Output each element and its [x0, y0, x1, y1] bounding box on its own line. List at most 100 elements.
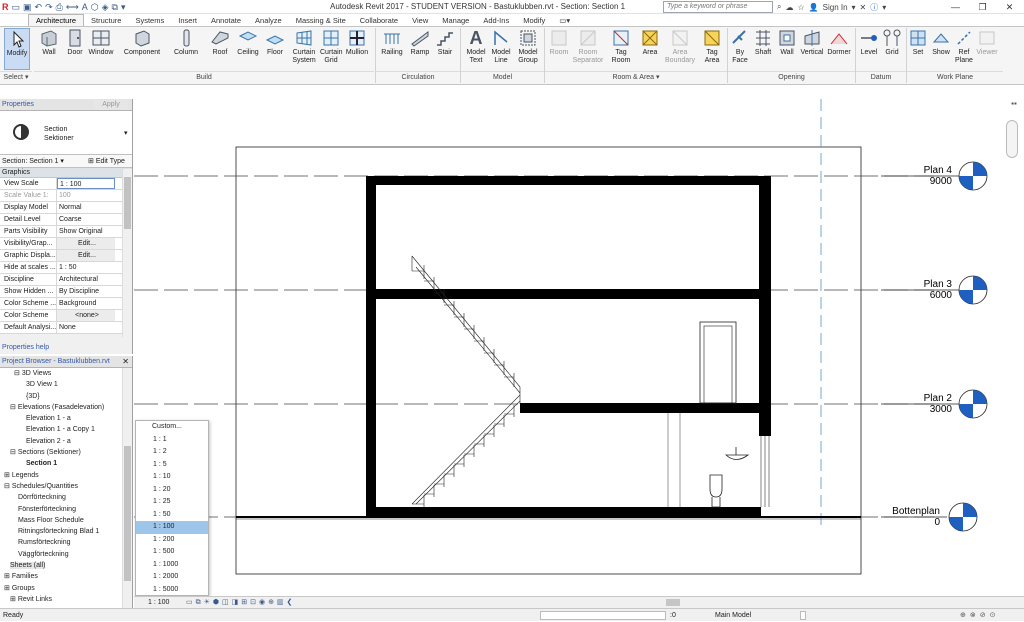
browser-item[interactable]: ⊞ Families	[0, 571, 132, 582]
scale-option[interactable]: 1 : 20	[136, 484, 208, 497]
browser-item[interactable]: ⊞ Legends	[0, 470, 132, 481]
property-row[interactable]: Parts Visibility Show Original	[0, 226, 132, 238]
set-button[interactable]: Set	[908, 28, 928, 57]
viewer-button[interactable]: Viewer	[975, 28, 999, 57]
tab-systems[interactable]: Systems	[128, 15, 171, 26]
tab-collaborate[interactable]: Collaborate	[353, 15, 405, 26]
print-icon[interactable]: ⎙	[56, 0, 63, 14]
tab-insert[interactable]: Insert	[171, 15, 204, 26]
curtain-system-button[interactable]: Curtain System	[288, 28, 320, 65]
stair-button[interactable]: Stair	[434, 28, 456, 57]
edit-type-button[interactable]: ⊞ Edit Type	[88, 155, 125, 168]
level-line-plan-4[interactable]: Plan 4 9000	[881, 161, 988, 191]
grid-button[interactable]: Grid	[881, 28, 903, 57]
toilet[interactable]	[709, 474, 723, 508]
room-button[interactable]: Room	[546, 28, 572, 57]
scale-option[interactable]: 1 : 1	[136, 434, 208, 447]
level-elevation[interactable]: 9000	[930, 176, 953, 187]
roof-button[interactable]: Roof	[208, 28, 232, 57]
model-group-button[interactable]: Model Group	[515, 28, 541, 65]
3d-view-icon[interactable]: ⬡	[91, 0, 99, 14]
browser-item[interactable]: ⊞ Revit Links	[0, 594, 132, 605]
restore-icon[interactable]: ❐	[969, 2, 996, 13]
browser-item[interactable]: Rumsförteckning	[0, 537, 132, 548]
room-separator-button[interactable]: Room Separator	[570, 28, 606, 65]
building-walls[interactable]	[366, 176, 771, 518]
property-value[interactable]: Normal	[57, 202, 115, 213]
horizontal-scroll-thumb[interactable]	[666, 599, 680, 606]
property-row[interactable]: Visibility/Grap... Edit...	[0, 238, 132, 250]
tree-toggle-icon[interactable]: ⊟	[10, 449, 18, 456]
scale-option[interactable]: 1 : 10	[136, 471, 208, 484]
door[interactable]	[699, 321, 737, 404]
section-icon[interactable]: ◈	[102, 0, 109, 14]
level-name[interactable]: Plan 2	[924, 393, 953, 404]
scale-option[interactable]: 1 : 5000	[136, 584, 208, 597]
browser-item[interactable]: Sheets (all)	[0, 560, 132, 571]
wall-button[interactable]: Wall	[38, 28, 60, 57]
property-row[interactable]: Graphic Displa... Edit...	[0, 250, 132, 262]
drawing-canvas[interactable]: Plan 4 9000 Plan 3 6000 Plan 2 3000 Bott…	[134, 99, 1023, 596]
tab-modify[interactable]: Modify	[516, 15, 552, 26]
scale-option[interactable]: Custom...	[136, 421, 208, 434]
selection-icons[interactable]: ⊕⊗⊘⊙	[960, 609, 999, 622]
design-option[interactable]: Main Model	[715, 609, 751, 622]
properties-scrollbar[interactable]	[122, 169, 132, 337]
model-text-button[interactable]: A Model Text	[463, 28, 489, 65]
chevron-down-icon[interactable]: ▾	[852, 3, 856, 12]
qat-dropdown-icon[interactable]: ▾	[121, 0, 126, 14]
curtain-grid-button[interactable]: Curtain Grid	[320, 28, 343, 65]
scale-option[interactable]: 1 : 5	[136, 459, 208, 472]
ref-plane-button[interactable]: Ref Plane	[953, 28, 975, 65]
view-scale-button[interactable]: 1 : 100	[148, 597, 169, 608]
door-button[interactable]: Door	[64, 28, 86, 57]
browser-item[interactable]: ⊟ 3D Views	[0, 368, 132, 379]
modify-button[interactable]: Modify	[4, 28, 30, 70]
property-row[interactable]: Show Hidden ... By Discipline	[0, 286, 132, 298]
tree-toggle-icon[interactable]: ⊟	[14, 370, 22, 377]
panel-room-area[interactable]: Room & Area ▾	[545, 71, 727, 83]
property-value[interactable]: <none>	[57, 310, 115, 321]
search-icon[interactable]: ⌕	[777, 2, 781, 12]
property-value[interactable]: Edit...	[57, 250, 115, 261]
property-value[interactable]: Edit...	[57, 238, 115, 249]
sink[interactable]	[724, 447, 750, 460]
property-row[interactable]: Detail Level Coarse	[0, 214, 132, 226]
level-line-bottenplan[interactable]: Bottenplan 0	[881, 502, 978, 532]
level-name[interactable]: Plan 3	[924, 279, 953, 290]
browser-item[interactable]: Väggförteckning	[0, 549, 132, 560]
undo-icon[interactable]: ↶	[35, 0, 43, 14]
browser-item[interactable]: {3D}	[0, 391, 132, 402]
measure-icon[interactable]: ⟷	[66, 0, 79, 14]
vertical-button[interactable]: Vertical	[798, 28, 826, 57]
scale-option[interactable]: 1 : 1000	[136, 559, 208, 572]
level-name[interactable]: Bottenplan	[892, 506, 940, 517]
tree-toggle-icon[interactable]: ⊟	[10, 404, 18, 411]
tab-massing-site[interactable]: Massing & Site	[289, 15, 353, 26]
browser-item[interactable]: Elevation 2 - a	[0, 436, 132, 447]
exchange-icon[interactable]: ✕	[860, 3, 867, 12]
area-boundary-button[interactable]: Area Boundary	[662, 28, 698, 65]
property-value[interactable]: Architectural	[57, 274, 115, 285]
property-row[interactable]: Default Analysi... None	[0, 322, 132, 334]
column-button[interactable]: Column	[172, 28, 200, 57]
property-value[interactable]: Coarse	[57, 214, 115, 225]
scale-option[interactable]: 1 : 200	[136, 534, 208, 547]
tree-toggle-icon[interactable]: ⊞	[10, 596, 18, 603]
tag-area-button[interactable]: Tag Area	[700, 28, 724, 65]
level-name[interactable]: Plan 4	[924, 165, 953, 176]
tree-toggle-icon[interactable]: ⊟	[4, 483, 12, 490]
level-line-plan-3[interactable]: Plan 3 6000	[881, 275, 988, 305]
property-value[interactable]: Show Original	[57, 226, 115, 237]
tab-structure[interactable]: Structure	[84, 15, 128, 26]
dormer-button[interactable]: Dormer	[826, 28, 852, 57]
level-elevation[interactable]: 0	[934, 517, 940, 528]
workset-field[interactable]	[540, 611, 666, 620]
area-button[interactable]: Area	[638, 28, 662, 57]
window[interactable]	[760, 436, 770, 507]
view-control-icons[interactable]: ▭⧉☀⬢◫◨⊞⊡◉⊕▥❮	[186, 597, 295, 608]
property-value[interactable]: 100	[57, 190, 115, 201]
tab-annotate[interactable]: Annotate	[204, 15, 248, 26]
graphics-group[interactable]: Graphics	[0, 168, 132, 178]
browser-item[interactable]: 3D View 1	[0, 379, 132, 390]
